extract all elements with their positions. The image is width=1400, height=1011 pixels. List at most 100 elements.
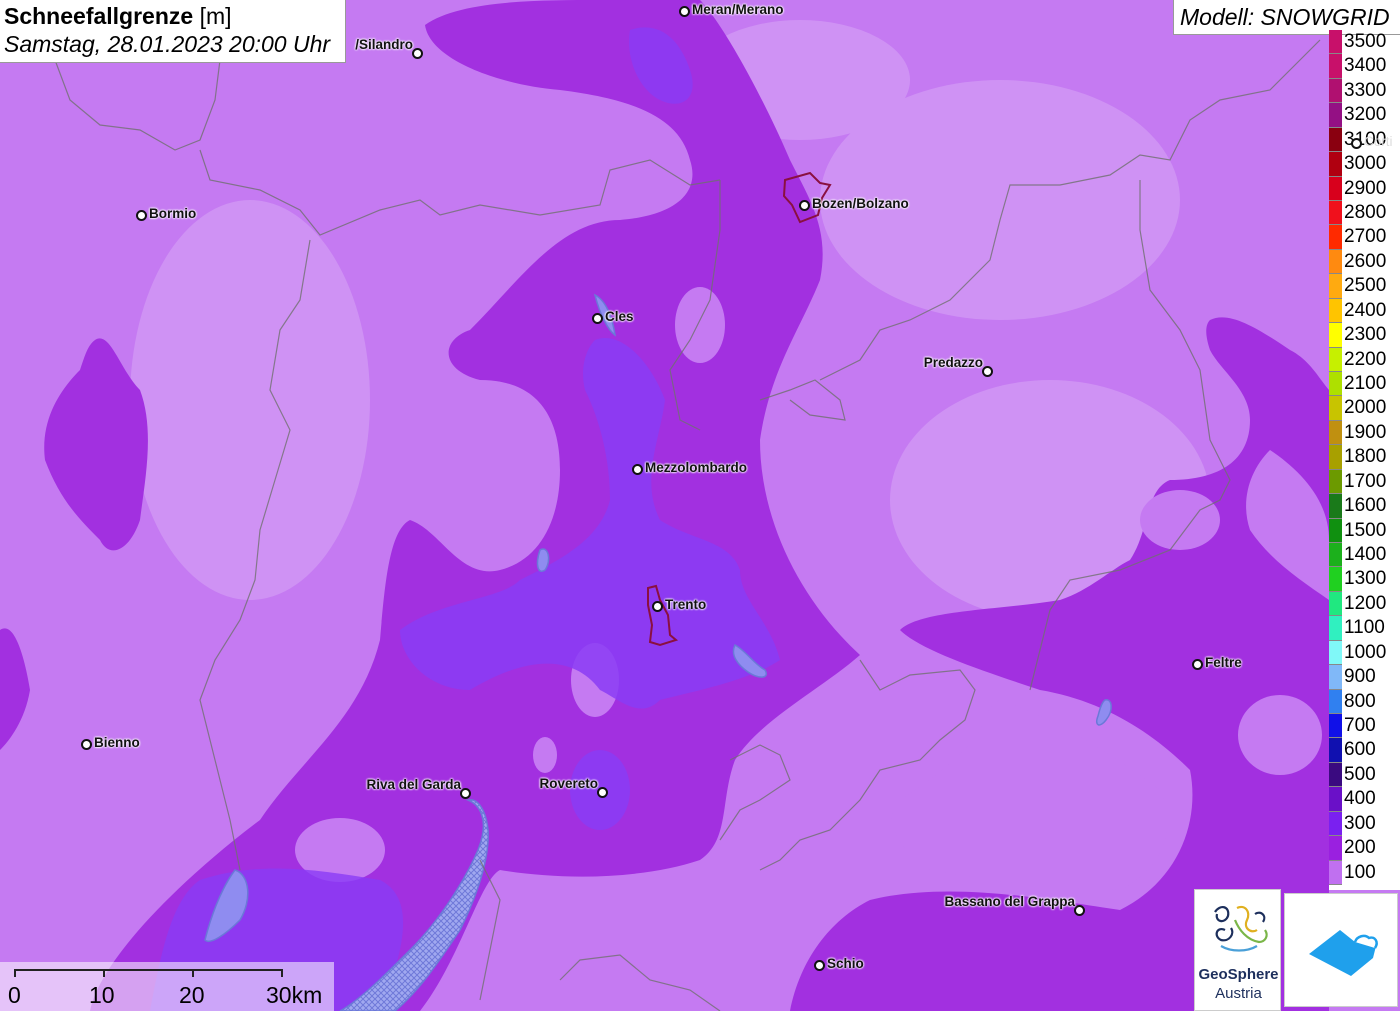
legend-label: 1800: [1344, 446, 1387, 468]
legend-label: 300: [1344, 812, 1376, 834]
legend-swatch: [1329, 640, 1342, 666]
legend-row: 2500: [1329, 274, 1400, 299]
city-marker[interactable]: [81, 739, 92, 750]
level-100-hole: [1140, 490, 1220, 550]
legend-swatch: [1329, 616, 1342, 641]
city-marker[interactable]: [679, 6, 690, 17]
legend-swatch: [1329, 445, 1342, 470]
logo-text-austria: Austria: [1215, 985, 1262, 1002]
snowfall-map[interactable]: [0, 0, 1400, 1011]
city-marker[interactable]: [982, 366, 993, 377]
city-label[interactable]: Bienno: [94, 735, 140, 750]
city-label[interactable]: Predazzo: [924, 355, 983, 370]
legend-label: 2800: [1344, 202, 1387, 223]
city-label[interactable]: Rovereto: [539, 776, 598, 791]
city-marker[interactable]: [136, 210, 147, 221]
city-label[interactable]: Corti: [1364, 134, 1393, 149]
legend-label: 1300: [1344, 568, 1387, 590]
legend-label: 800: [1344, 690, 1376, 712]
city-marker[interactable]: [814, 960, 825, 971]
legend-row: 3500: [1329, 30, 1400, 55]
level-100-hole: [1238, 695, 1322, 775]
city-marker[interactable]: [592, 313, 603, 324]
legend-swatch: [1329, 567, 1342, 592]
legend-row: 1700: [1329, 469, 1400, 495]
city-label[interactable]: Riva del Garda: [366, 777, 461, 792]
city-marker[interactable]: [652, 601, 663, 612]
legend-row: 2400: [1329, 298, 1400, 324]
legend-row: 2900: [1329, 176, 1400, 201]
legend-swatch: [1329, 714, 1342, 739]
legend-row: 2700: [1329, 225, 1400, 250]
legend-label: 1900: [1344, 421, 1387, 443]
legend-row: 1900: [1329, 420, 1400, 446]
scale-tick: [281, 969, 283, 977]
legend-row: 1600: [1329, 494, 1400, 519]
city-label[interactable]: Bozen/Bolzano: [812, 196, 909, 211]
city-label[interactable]: /Silandro: [355, 37, 413, 52]
legend-row: 1200: [1329, 591, 1400, 617]
legend-swatch: [1329, 689, 1342, 714]
legend-label: 1200: [1344, 592, 1387, 614]
legend-swatch: [1329, 665, 1342, 690]
title-variable: Schneefallgrenze: [4, 3, 194, 29]
legend-swatch: [1329, 78, 1342, 104]
scale-label-0: 0: [8, 982, 21, 1008]
city-marker[interactable]: [1351, 138, 1362, 149]
city-label[interactable]: Bormio: [149, 206, 196, 221]
city-marker[interactable]: [1074, 905, 1085, 916]
geosphere-logo[interactable]: GeoSphere Austria: [1194, 889, 1281, 1011]
legend-row: 3400: [1329, 54, 1400, 79]
legend-swatch: [1329, 396, 1342, 421]
legend-label: 100: [1344, 861, 1376, 883]
city-marker[interactable]: [460, 788, 471, 799]
legend-swatch: [1329, 420, 1342, 446]
city-marker[interactable]: [412, 48, 423, 59]
city-marker[interactable]: [799, 200, 810, 211]
legend-label: 3400: [1344, 55, 1387, 77]
legend-label: 400: [1344, 788, 1376, 810]
legend-swatch: [1329, 811, 1342, 837]
legend-row: 2800: [1329, 201, 1400, 226]
legend-row: 1400: [1329, 543, 1400, 568]
app-logo[interactable]: [1284, 893, 1398, 1007]
legend-row: 3000: [1329, 152, 1400, 177]
legend-row: 2200: [1329, 347, 1400, 372]
city-label[interactable]: Meran/Merano: [692, 2, 784, 17]
city-label[interactable]: Feltre: [1205, 655, 1242, 670]
city-label[interactable]: Cles: [605, 309, 634, 324]
legend-row: 1100: [1329, 616, 1400, 641]
city-marker[interactable]: [597, 787, 608, 798]
scale-line: [14, 969, 282, 971]
color-legend: 3500 3400 3300 3200 3100 3000 2900 2800 2700 2600…: [1329, 30, 1400, 890]
legend-row: 600: [1329, 738, 1400, 763]
legend-label: 200: [1344, 837, 1376, 859]
legend-label: 3000: [1344, 153, 1387, 175]
legend-swatch: [1329, 54, 1342, 79]
legend-row: 800: [1329, 689, 1400, 714]
legend-label: 1500: [1344, 519, 1387, 541]
legend-row: 1800: [1329, 445, 1400, 470]
city-label[interactable]: Mezzolombardo: [645, 460, 747, 475]
legend-row: 200: [1329, 836, 1400, 861]
legend-label: 2100: [1344, 373, 1387, 394]
legend-label: 1600: [1344, 495, 1387, 517]
map-date: Samstag, 28.01.2023 20:00 Uhr: [4, 31, 331, 57]
city-marker[interactable]: [1192, 659, 1203, 670]
legend-label: 1000: [1344, 641, 1387, 663]
legend-row: 1000: [1329, 640, 1400, 666]
legend-label: 2300: [1344, 324, 1387, 346]
legend-label: 2000: [1344, 397, 1387, 419]
city-label[interactable]: Trento: [665, 597, 706, 612]
legend-label: 2500: [1344, 275, 1387, 297]
city-label[interactable]: Schio: [827, 956, 864, 971]
legend-row: 3300: [1329, 78, 1400, 104]
city-label[interactable]: Bassano del Grappa: [944, 894, 1075, 909]
legend-row: 2100: [1329, 372, 1400, 397]
legend-label: 3300: [1344, 79, 1387, 101]
legend-swatch: [1329, 323, 1342, 348]
city-marker[interactable]: [632, 464, 643, 475]
legend-row: 1500: [1329, 518, 1400, 543]
legend-swatch: [1329, 543, 1342, 568]
scale-tick: [103, 969, 105, 977]
